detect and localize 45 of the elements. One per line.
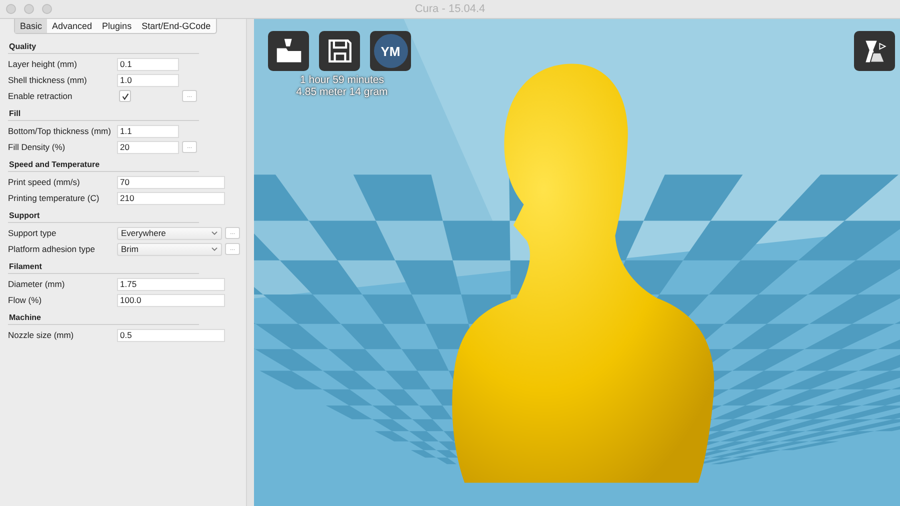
caret-icon [211,230,218,236]
setting-label: Diameter (mm) [8,279,66,289]
tab[interactable]: Basic [15,19,48,33]
caret-icon [211,246,218,252]
setting-label: Print speed (mm/s) [8,177,81,187]
tab[interactable]: Plugins [97,19,137,33]
section-heading: Support [8,209,199,223]
print-time: 1 hour 59 minutes [300,74,384,86]
section-heading: Speed and Temperature [8,158,199,172]
splitter-handle[interactable] [246,19,254,506]
section-heading: Machine [8,311,199,325]
section-heading: Fill [8,107,199,121]
input-field[interactable]: 100.0 [117,294,225,306]
checkbox[interactable] [119,90,131,102]
input-field[interactable]: 1.75 [117,278,225,290]
input-field[interactable]: 1.0 [117,74,179,86]
setting-label: Enable retraction [8,91,74,101]
material-usage: 4.85 meter 14 gram [296,86,388,98]
setting-label: Shell thickness (mm) [8,75,88,85]
folder-icon [274,37,302,65]
dropdown[interactable]: Everywhere [117,226,222,240]
view-mode-button[interactable]: YM [370,31,411,71]
setting-label: Platform adhesion type [8,244,96,254]
setting-label: Flow (%) [8,295,43,305]
setting-label: Bottom/Top thickness (mm) [8,126,112,136]
view-settings-button[interactable] [854,31,895,71]
window-title: Cura - 15.04.4 [414,3,486,15]
open-file-button[interactable] [268,31,309,71]
setting-label: Nozzle size (mm) [8,330,75,340]
section-heading: Filament [8,260,199,274]
input-field[interactable]: 70 [117,176,225,188]
setting-label: Fill Density (%) [8,142,66,152]
input-field[interactable]: 0.5 [117,328,225,342]
input-field[interactable]: 210 [117,192,225,204]
tab[interactable]: Advanced [47,19,98,33]
save-button[interactable] [319,31,360,71]
input-field[interactable]: 20 [117,140,179,154]
input-field[interactable]: 0.1 [117,58,179,70]
setting-label: Support type [8,228,58,238]
dropdown[interactable]: Brim [117,242,222,256]
section-heading: Quality [8,40,199,54]
setting-label: Layer height (mm) [8,59,78,69]
input-field[interactable]: 1.1 [117,124,179,138]
tab[interactable]: Start/End-GCode [136,19,216,33]
setting-label: Printing temperature (C) [8,193,100,203]
